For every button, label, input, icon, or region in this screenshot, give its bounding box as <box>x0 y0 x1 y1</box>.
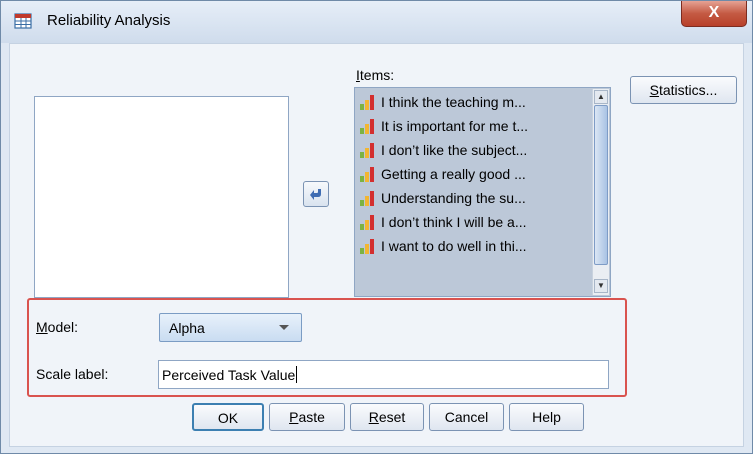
close-icon: X <box>708 4 720 21</box>
scale-label-label: Scale label: <box>36 366 109 382</box>
app-icon <box>14 13 32 29</box>
model-label: Model: <box>36 319 79 335</box>
list-item[interactable]: I don’t think I will be a... <box>359 210 527 234</box>
scale-label-input[interactable]: Perceived Task Value <box>158 360 609 389</box>
text-caret <box>296 366 298 383</box>
chevron-down-icon <box>279 325 289 330</box>
cancel-button[interactable]: Cancel <box>429 403 504 431</box>
list-item[interactable]: I don’t like the subject... <box>359 138 527 162</box>
items-list[interactable]: I think the teaching m... It is importan… <box>354 87 611 297</box>
list-item[interactable]: Understanding the su... <box>359 186 526 210</box>
scale-variable-icon <box>359 142 377 158</box>
close-button[interactable]: X <box>681 1 747 27</box>
scroll-up-icon[interactable]: ▲ <box>594 90 608 104</box>
scroll-down-icon[interactable]: ▼ <box>594 279 608 293</box>
arrow-left-icon <box>310 189 321 200</box>
scale-variable-icon <box>359 190 377 206</box>
model-dropdown[interactable]: Alpha <box>159 313 302 342</box>
scale-variable-icon <box>359 238 377 254</box>
scroll-thumb[interactable] <box>594 105 608 265</box>
scale-variable-icon <box>359 94 377 110</box>
help-button[interactable]: Help <box>509 403 584 431</box>
list-item[interactable]: I think the teaching m... <box>359 90 526 114</box>
title-bar[interactable]: Reliability Analysis X <box>1 1 752 43</box>
window-title: Reliability Analysis <box>47 12 171 29</box>
scale-variable-icon <box>359 166 377 182</box>
scale-variable-icon <box>359 118 377 134</box>
reset-button[interactable]: Reset <box>350 403 424 431</box>
move-to-items-button[interactable] <box>303 181 329 207</box>
paste-button[interactable]: Paste <box>269 403 345 431</box>
statistics-button[interactable]: Statistics... <box>630 76 737 104</box>
list-item[interactable]: It is important for me t... <box>359 114 528 138</box>
source-variable-list[interactable] <box>34 96 289 298</box>
ok-button[interactable]: OK <box>192 403 264 431</box>
scale-variable-icon <box>359 214 377 230</box>
reliability-analysis-dialog: Reliability Analysis X Items: I think th… <box>0 0 753 454</box>
model-selected-value: Alpha <box>169 320 205 336</box>
items-scrollbar[interactable]: ▲ ▼ <box>592 89 609 295</box>
items-label: Items: <box>356 67 395 83</box>
list-item[interactable]: Getting a really good ... <box>359 162 526 186</box>
list-item[interactable]: I want to do well in thi... <box>359 234 527 258</box>
